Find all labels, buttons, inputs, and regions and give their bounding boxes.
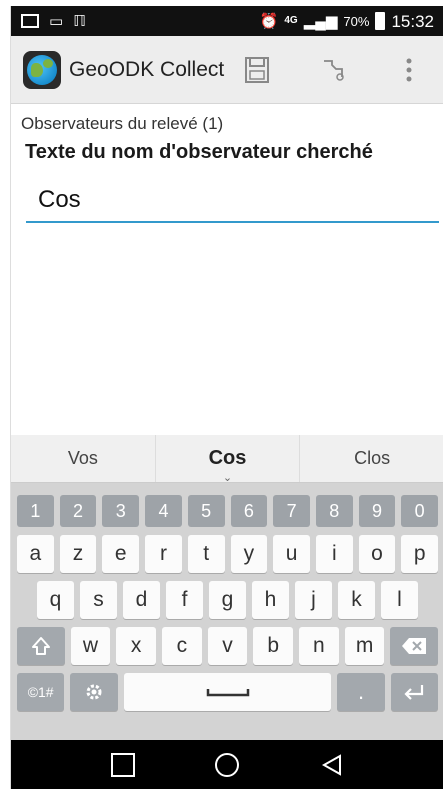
keyboard-notification-icon: ▭	[49, 12, 64, 30]
question-label: Texte du nom d'observateur cherché	[25, 141, 373, 163]
key-3[interactable]: 3	[102, 495, 140, 527]
status-bar: ▭ ℿ ⏰ 4G ▂▄▆ 70% 15:32	[11, 6, 443, 36]
back-button[interactable]	[312, 745, 352, 785]
key-8[interactable]: 8	[315, 495, 353, 527]
key-7[interactable]: 7	[273, 495, 310, 527]
key-0[interactable]: 0	[401, 495, 439, 527]
space-icon	[206, 689, 249, 697]
key-h[interactable]: h	[252, 581, 289, 619]
key-e[interactable]: e	[102, 535, 140, 573]
save-button[interactable]	[242, 55, 272, 85]
overflow-menu-button[interactable]	[394, 55, 424, 85]
settings-key[interactable]	[70, 673, 118, 711]
letter-row-3: w x c v b n m	[11, 627, 443, 665]
shift-icon	[31, 637, 50, 655]
recent-apps-button[interactable]	[103, 745, 143, 785]
battery-percent: 70%	[343, 13, 370, 29]
symbols-key[interactable]: ©1#	[17, 673, 65, 711]
alarm-icon: ⏰	[259, 12, 279, 30]
key-6[interactable]: 6	[230, 495, 268, 527]
key-l[interactable]: l	[381, 581, 418, 619]
home-button[interactable]	[207, 745, 247, 785]
gear-icon	[86, 684, 102, 700]
network-type: 4G	[284, 15, 298, 26]
recent-apps-icon	[111, 752, 136, 777]
gallery-notification-icon: ℿ	[73, 12, 86, 30]
key-y[interactable]: y	[230, 535, 268, 573]
enter-key[interactable]	[390, 673, 439, 711]
save-icon	[245, 56, 269, 83]
key-z[interactable]: z	[59, 535, 97, 573]
number-row: 1 2 3 4 5 6 7 8 9 0	[11, 495, 443, 527]
key-r[interactable]: r	[145, 535, 182, 573]
jump-button[interactable]	[318, 55, 348, 85]
key-m[interactable]: m	[344, 627, 385, 665]
shift-key[interactable]	[17, 627, 65, 665]
suggestion-strip: Vos Cos Clos	[11, 435, 443, 484]
key-t[interactable]: t	[187, 535, 225, 573]
navigation-bar	[11, 740, 443, 789]
jump-icon	[324, 59, 344, 81]
key-n[interactable]: n	[299, 627, 339, 665]
key-o[interactable]: o	[358, 535, 396, 573]
key-i[interactable]: i	[315, 535, 353, 573]
overflow-menu-icon	[406, 58, 412, 81]
backspace-icon	[402, 638, 427, 654]
key-b[interactable]: b	[253, 627, 294, 665]
space-key[interactable]	[123, 673, 332, 711]
key-c[interactable]: c	[161, 627, 202, 665]
answer-input[interactable]	[26, 179, 439, 223]
app-logo-icon[interactable]	[23, 50, 61, 89]
battery-icon	[375, 12, 386, 30]
clock: 15:32	[391, 11, 434, 31]
bottom-key-row: ©1# .	[11, 673, 443, 711]
key-d[interactable]: d	[123, 581, 160, 619]
form-content: Observateurs du relevé (1) Texte du nom …	[11, 104, 443, 435]
enter-icon	[404, 685, 424, 700]
key-s[interactable]: s	[80, 581, 117, 619]
suggestion-item-primary[interactable]: Cos	[154, 435, 300, 484]
key-k[interactable]: k	[338, 581, 375, 619]
period-key[interactable]: .	[337, 673, 385, 711]
suggestion-item[interactable]: Clos	[299, 435, 443, 482]
key-4[interactable]: 4	[145, 495, 182, 527]
key-g[interactable]: g	[209, 581, 246, 619]
key-v[interactable]: v	[207, 627, 248, 665]
key-p[interactable]: p	[401, 535, 439, 573]
key-x[interactable]: x	[116, 627, 156, 665]
back-icon	[321, 753, 341, 776]
key-9[interactable]: 9	[358, 495, 396, 527]
key-u[interactable]: u	[273, 535, 310, 573]
suggestion-item[interactable]: Vos	[11, 435, 155, 482]
key-w[interactable]: w	[70, 627, 111, 665]
soft-keyboard: Vos Cos Clos 1 2 3 4 5 6 7 8 9 0 a z e r…	[11, 435, 443, 740]
group-label: Observateurs du relevé (1)	[21, 114, 224, 133]
letter-row-2: q s d f g h j k l	[11, 581, 443, 619]
signal-icon: ▂▄▆	[303, 12, 338, 30]
phone-screen: ▭ ℿ ⏰ 4G ▂▄▆ 70% 15:32 GeoODK Collect Ob…	[10, 6, 443, 789]
app-title: GeoODK Collect	[69, 57, 225, 81]
key-f[interactable]: f	[166, 581, 203, 619]
key-5[interactable]: 5	[187, 495, 225, 527]
letter-row-1: a z e r t y u i o p	[11, 535, 443, 573]
action-bar: GeoODK Collect	[11, 36, 443, 104]
key-2[interactable]: 2	[59, 495, 97, 527]
key-q[interactable]: q	[37, 581, 74, 619]
backspace-key[interactable]	[390, 627, 439, 665]
key-1[interactable]: 1	[17, 495, 54, 527]
key-j[interactable]: j	[295, 581, 332, 619]
image-notification-icon	[21, 14, 39, 28]
key-a[interactable]: a	[17, 535, 54, 573]
home-icon	[215, 752, 240, 777]
